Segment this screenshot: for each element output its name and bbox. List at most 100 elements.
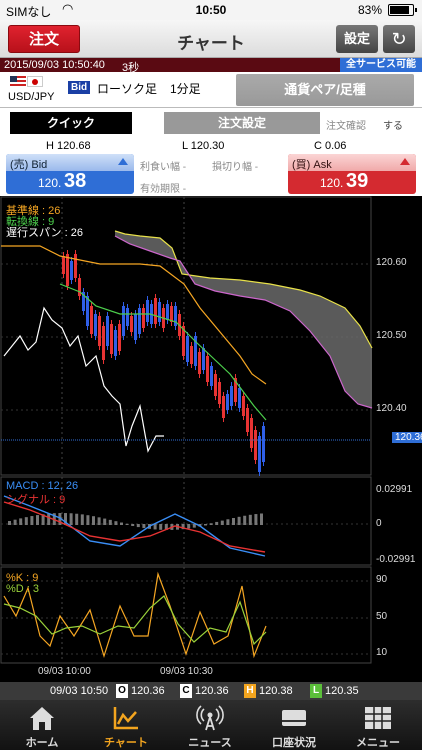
chart-type-label: ローソク足: [97, 82, 158, 96]
candle-body: [262, 426, 265, 462]
d-legend: %D : 3: [6, 583, 40, 595]
triangle-up-icon: [118, 158, 128, 165]
candle-body: [170, 306, 173, 322]
price-bar: (売) Bid 120. 38 利食い幅 - 損切り幅 - 有効期限 - (買)…: [0, 154, 422, 196]
candle-body: [158, 302, 161, 322]
stoch-axis-label: 50: [376, 611, 388, 622]
macd-histogram-bar: [30, 516, 34, 525]
refresh-button[interactable]: ↻: [383, 25, 415, 53]
percent-k-line: [3, 571, 267, 659]
candle-body: [186, 336, 189, 362]
tab-menu[interactable]: メニュー: [336, 700, 420, 750]
candle-body: [218, 382, 221, 404]
candle-body: [154, 298, 157, 324]
macd-histogram-bar: [114, 521, 118, 525]
ask-label: (買) Ask: [292, 159, 332, 171]
service-status-badge: 全サービス可能: [340, 58, 422, 72]
bid-price-pips: 38: [64, 170, 87, 192]
ohlc-time: 09/03 10:50: [50, 685, 109, 697]
current-price-marker: 120.36: [392, 432, 422, 443]
ask-buy-button[interactable]: (買) Ask 120. 39: [288, 154, 416, 194]
high-ohlc-value: 120.38: [259, 685, 293, 697]
order-settings-button[interactable]: 注文設定: [164, 112, 320, 134]
candle-body: [102, 326, 105, 360]
candle-body: [90, 306, 93, 334]
chart-area[interactable]: 基準線 : 26 転換線 : 9 遅行スパン : 26 120.60 120.5…: [0, 196, 422, 682]
macd-histogram-bar: [142, 524, 146, 529]
macd-histogram-bar: [237, 516, 241, 525]
us-flag-icon: [10, 76, 26, 87]
open-tag: O: [116, 684, 128, 698]
expiry-label: 有効期限 -: [140, 184, 187, 195]
candle-body: [122, 306, 125, 336]
candle-body: [198, 352, 201, 374]
signal-line: [3, 501, 266, 553]
candle-body: [94, 314, 97, 336]
tab-home[interactable]: ホーム: [0, 700, 84, 750]
macd-histogram-bar: [125, 523, 129, 525]
stoch-axis-label: 90: [376, 574, 388, 585]
macd-histogram-bar: [103, 518, 107, 525]
update-timestamp: 2015/09/03 10:50:40: [4, 59, 105, 71]
candle-body: [134, 314, 137, 340]
pair-name: USD/JPY: [8, 91, 55, 103]
candle-body: [118, 324, 121, 351]
candle-body: [142, 308, 145, 328]
tab-chart[interactable]: チャート: [84, 700, 168, 750]
candle-body: [226, 394, 229, 410]
low-ohlc-value: 120.35: [325, 685, 359, 697]
macd-axis-label: -0.02991: [376, 554, 416, 565]
price-axis-label: 120.60: [376, 257, 407, 268]
kijun-line: [1, 245, 267, 385]
candle-body: [202, 348, 205, 370]
candle-body: [242, 396, 245, 416]
macd-histogram-bar: [220, 520, 224, 525]
macd-histogram-bar: [92, 516, 95, 525]
open-value: 120.36: [131, 685, 165, 697]
nav-bar: 注文 チャート 設定 ↻: [0, 20, 422, 58]
stoch-axis-label: 10: [376, 647, 388, 658]
tab-news[interactable]: ニュース: [168, 700, 252, 750]
pair-selector-button[interactable]: 通貨ペア/足種: [236, 74, 414, 106]
macd-histogram-bar: [248, 514, 252, 525]
time-axis-label: 09/03 10:00: [38, 666, 91, 677]
pair-bar: USD/JPY Bid ローソク足 1分足 通貨ペア/足種: [0, 72, 422, 108]
macd-histogram-bar: [243, 515, 247, 525]
refresh-icon: ↻: [391, 29, 407, 49]
macd-histogram-bar: [131, 524, 135, 527]
battery-icon: [388, 4, 417, 16]
macd-histogram-bar: [120, 522, 123, 525]
settings-button[interactable]: 設定: [336, 25, 378, 53]
tab-account[interactable]: 口座状況: [252, 700, 336, 750]
candle-body: [190, 346, 193, 364]
candle-body: [78, 278, 81, 296]
ichimoku-cloud: [115, 231, 372, 408]
bid-price-prefix: 120.: [38, 176, 62, 190]
macd-histogram-bar: [187, 524, 191, 529]
change-value: C 0.06: [314, 140, 347, 152]
macd-histogram-bar: [19, 518, 23, 525]
chart-svg: [0, 196, 373, 664]
bid-label: (売) Bid: [10, 159, 48, 171]
ask-price-prefix: 120.: [320, 176, 344, 190]
order-confirm-toggle[interactable]: する: [383, 117, 403, 132]
high-value: H 120.68: [46, 140, 91, 152]
status-bar: SIMなし ◠ 10:50 83%: [0, 0, 422, 20]
macd-histogram-bar: [80, 514, 84, 525]
side-badge: Bid: [68, 81, 91, 94]
candle-body: [66, 254, 69, 286]
macd-histogram-bar: [75, 513, 79, 525]
bid-sell-button[interactable]: (売) Bid 120. 38: [6, 154, 134, 194]
macd-histogram-bar: [159, 524, 163, 530]
macd-histogram-bar: [136, 524, 140, 528]
macd-histogram-bar: [260, 513, 263, 525]
candle-body: [86, 296, 89, 326]
candle-body: [98, 316, 101, 346]
candle-body: [114, 330, 117, 356]
macd-histogram-bar: [232, 518, 235, 525]
close-tag: C: [180, 684, 192, 698]
macd-histogram-bar: [226, 519, 230, 525]
quick-order-button[interactable]: クイック: [10, 112, 132, 134]
macd-histogram-bar: [215, 521, 219, 525]
chikou-legend: 遅行スパン : 26: [6, 227, 83, 239]
